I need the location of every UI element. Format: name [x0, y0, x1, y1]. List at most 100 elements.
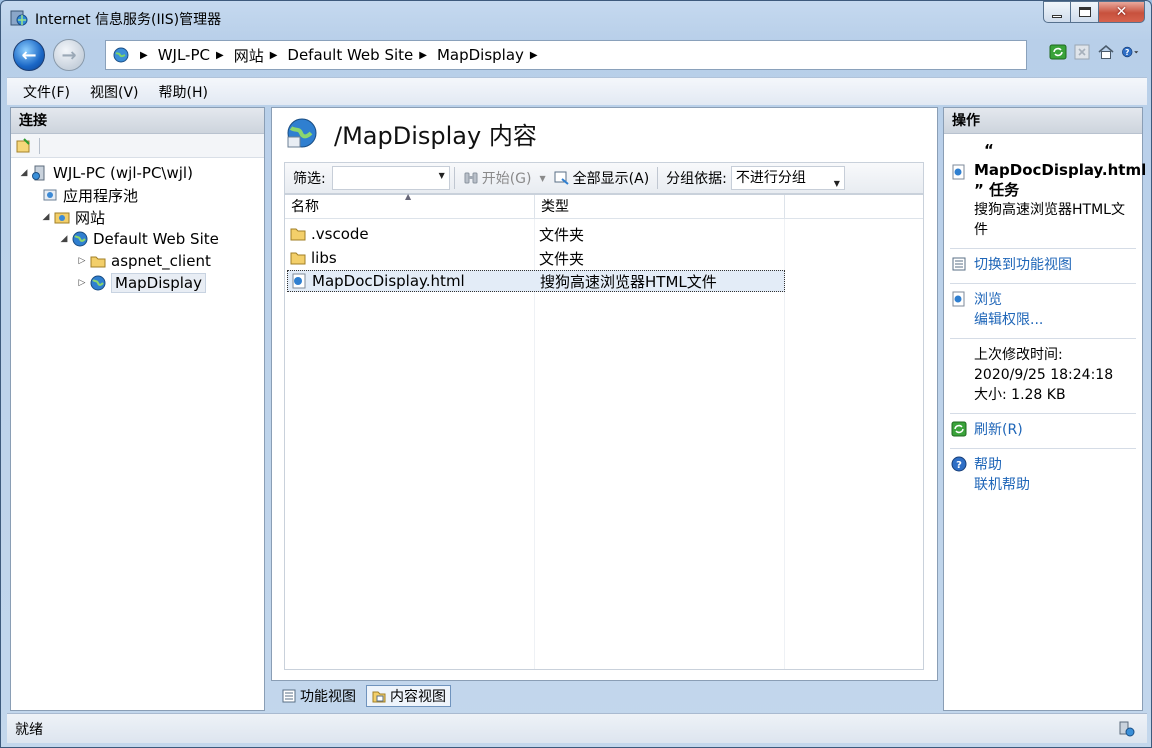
group-by-label: 分组依据:	[666, 171, 727, 187]
actions-divider	[950, 283, 1136, 284]
breadcrumb-default-web-site[interactable]: Default Web Site	[287, 46, 413, 64]
iis-app-icon	[10, 10, 28, 26]
file-title-name: MapDocDisplay.html	[974, 161, 1147, 179]
list-item-name: libs	[287, 249, 533, 267]
show-all-label: 全部显示(A)	[572, 171, 650, 187]
network-status-icon	[1119, 721, 1135, 737]
go-button[interactable]: 开始(G) ▼	[459, 168, 550, 188]
breadcrumb-separator[interactable]: ▶	[216, 50, 224, 61]
tree-label-server: WJL-PC (wjl-PC\wjl)	[53, 164, 193, 182]
help-dropdown-icon[interactable]: ?	[1121, 43, 1139, 61]
list-item[interactable]: .vscode 文件夹	[287, 223, 584, 245]
title-bar: Internet 信息服务(IIS)管理器 ✕	[1, 1, 1151, 35]
refresh-link[interactable]: 刷新(R)	[974, 420, 1136, 440]
breadcrumb-separator[interactable]: ▶	[270, 50, 278, 61]
online-help-link[interactable]: 联机帮助	[974, 475, 1136, 495]
edit-permissions-link[interactable]: 编辑权限...	[974, 310, 1136, 330]
switch-view-action[interactable]: 切换到功能视图	[944, 253, 1142, 279]
breadcrumb-mapdisplay[interactable]: MapDisplay	[437, 46, 524, 64]
expander-expanded-icon[interactable]: ◢	[19, 168, 29, 178]
expander-expanded-icon[interactable]: ◢	[59, 234, 69, 244]
binoculars-icon	[464, 172, 478, 184]
features-view-icon	[952, 257, 966, 271]
svg-text:?: ?	[1125, 48, 1129, 57]
filter-input[interactable]: ▼	[331, 166, 450, 190]
page-title: /MapDisplay 内容	[334, 121, 537, 150]
column-header-empty	[785, 195, 923, 219]
filter-toolbar: 筛选: ▼ 开始(G) ▼ 全部显示(A) 分组依据: 不进行分组 ▼	[284, 162, 924, 194]
file-size: 大小: 1.28 KB	[974, 387, 1066, 403]
expander-collapsed-icon[interactable]: ▷	[77, 278, 87, 288]
web-app-icon	[90, 275, 106, 291]
iis-globe-icon	[113, 47, 129, 63]
folder-icon	[290, 252, 306, 265]
list-item-selected[interactable]: MapDocDisplay.html 搜狗高速浏览器HTML文件	[287, 270, 785, 292]
column-header-type[interactable]: 类型	[535, 195, 785, 219]
actions-panel: 操作 “ MapDocDisplay.html ” 任务 搜狗高速浏览器HTML…	[943, 107, 1147, 711]
expander-collapsed-icon[interactable]: ▷	[77, 256, 87, 266]
expander-expanded-icon[interactable]: ◢	[41, 212, 51, 222]
show-all-button[interactable]: 全部显示(A)	[550, 168, 654, 188]
status-bar: 就绪	[7, 713, 1147, 743]
modified-value: 2020/9/25 18:24:18	[974, 367, 1114, 383]
breadcrumb-separator[interactable]: ▶	[419, 50, 427, 61]
menu-view[interactable]: 视图(V)	[80, 82, 149, 102]
tree-node-default-web-site[interactable]: ◢ Default Web Site	[59, 228, 219, 250]
chevron-down-icon[interactable]: ▼	[834, 173, 840, 195]
maximize-button[interactable]	[1071, 1, 1099, 23]
switch-to-features-link[interactable]: 切换到功能视图	[974, 255, 1136, 275]
actions-divider	[950, 448, 1136, 449]
list-header: ▲ 名称 类型	[285, 192, 923, 219]
tree-node-sites[interactable]: ◢ 网站	[41, 206, 105, 228]
tab-features-view[interactable]: 功能视图	[277, 685, 360, 707]
tree-label-mapdisplay: MapDisplay	[111, 273, 206, 293]
features-view-icon	[282, 689, 296, 703]
content-title-row: /MapDisplay 内容	[272, 108, 937, 158]
back-button[interactable]: ←	[13, 39, 45, 71]
menu-bar: 文件(F) 视图(V) 帮助(H)	[7, 77, 1147, 105]
list-item[interactable]: libs 文件夹	[287, 247, 584, 269]
menu-help[interactable]: 帮助(H)	[149, 82, 218, 102]
close-button[interactable]: ✕	[1099, 1, 1145, 23]
refresh-icon[interactable]	[1049, 43, 1067, 61]
forward-button[interactable]: →	[53, 39, 85, 71]
list-item-name: MapDocDisplay.html	[288, 272, 534, 290]
list-item-type: 文件夹	[539, 225, 585, 244]
toolbar-divider	[453, 167, 455, 189]
tab-content-view-label: 内容视图	[390, 689, 446, 705]
connections-header: 连接	[11, 108, 264, 134]
tree-label-default-web-site: Default Web Site	[93, 230, 219, 248]
tab-content-view[interactable]: 内容视图	[366, 685, 451, 707]
minimize-button[interactable]	[1043, 1, 1071, 23]
chevron-down-icon[interactable]: ▼	[439, 171, 445, 180]
forward-arrow-icon: →	[61, 44, 77, 66]
browse-link[interactable]: 浏览	[974, 290, 1136, 310]
refresh-action[interactable]: 刷新(R)	[944, 418, 1142, 444]
tree-label-sites: 网站	[75, 208, 106, 227]
group-by-value: 不进行分组	[735, 170, 806, 186]
stop-icon[interactable]	[1073, 43, 1091, 61]
list-item-name: .vscode	[287, 225, 533, 243]
address-bar[interactable]: ▶ WJL-PC ▶ 网站 ▶ Default Web Site ▶ MapDi…	[105, 40, 1027, 70]
breadcrumb-wjl-pc[interactable]: WJL-PC	[158, 46, 210, 64]
folder-icon	[90, 256, 106, 268]
help-icon: ?	[951, 456, 967, 472]
create-connection-icon[interactable]	[15, 137, 33, 155]
connections-tree: ◢ WJL-PC (wjl-PC\wjl) 应用程序池 ◢ 网站 ◢ Defau…	[11, 158, 264, 293]
tree-node-app-pools[interactable]: 应用程序池	[41, 184, 138, 206]
tree-node-mapdisplay[interactable]: ▷ MapDisplay	[77, 272, 206, 294]
file-title-close: ” 任务	[974, 181, 1020, 199]
navigation-bar: ← → ▶ WJL-PC ▶ 网站 ▶ Default Web Site ▶ M…	[7, 35, 1147, 75]
breadcrumb-separator[interactable]: ▶	[530, 50, 538, 61]
breadcrumb-sites[interactable]: 网站	[234, 45, 264, 66]
tree-node-server[interactable]: ◢ WJL-PC (wjl-PC\wjl)	[19, 162, 193, 184]
globe-icon	[72, 231, 88, 247]
tree-node-aspnet-client[interactable]: ▷ aspnet_client	[77, 250, 211, 272]
go-dropdown-icon[interactable]: ▼	[540, 174, 546, 183]
home-icon[interactable]	[1097, 43, 1115, 61]
group-by-select[interactable]: 不进行分组 ▼	[730, 166, 845, 190]
help-link[interactable]: 帮助	[974, 455, 1136, 475]
menu-file[interactable]: 文件(F)	[13, 82, 80, 102]
app-pool-icon	[43, 189, 57, 201]
window-title: Internet 信息服务(IIS)管理器	[35, 12, 222, 28]
